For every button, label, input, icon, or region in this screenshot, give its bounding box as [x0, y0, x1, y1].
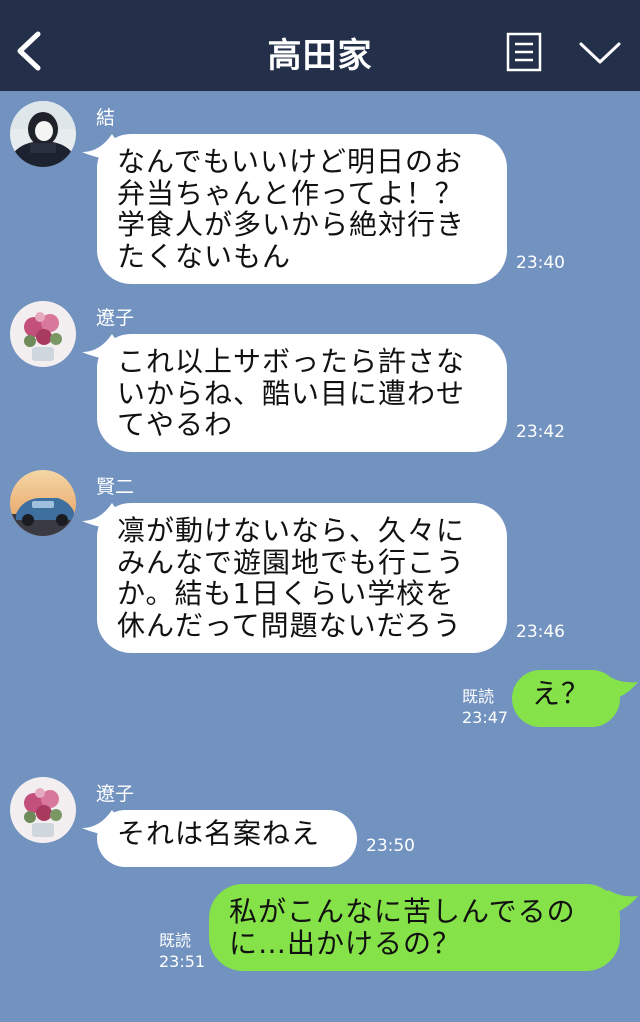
read-receipt: 既読 23:51: [159, 930, 205, 972]
message-line: か。結も1日くらい学校を: [117, 577, 455, 610]
message-time: 23:47: [462, 708, 509, 727]
sender-name: 遼子: [96, 783, 135, 805]
message-line: 弁当ちゃんと作ってよ！？: [117, 176, 464, 210]
avatar-ryoko[interactable]: [10, 301, 76, 367]
notes-menu-icon[interactable]: [506, 32, 542, 72]
avatar-ryoko[interactable]: [10, 777, 76, 843]
message-line: に…出かけるの？: [229, 926, 462, 960]
message-time: 23:51: [159, 952, 206, 971]
message-time: 23:40: [516, 253, 565, 273]
message-bubble[interactable]: それは名案ねえ: [97, 810, 357, 867]
avatar-yui[interactable]: [10, 101, 76, 167]
chat-header: 高田家: [0, 0, 640, 91]
message-line: 学食人が多いから絶対行き: [117, 208, 466, 241]
message-line: え？: [532, 677, 591, 710]
read-label: 既読: [159, 931, 192, 950]
message-line: これ以上サボったら許さな: [117, 345, 466, 378]
message-line: 休んだって問題ないだろう: [117, 608, 462, 642]
message-bubble[interactable]: 私がこんなに苦しんでるの に…出かけるの？: [209, 884, 620, 971]
message-line: 私がこんなに苦しんでるの: [229, 895, 576, 928]
avatar-kenji[interactable]: [10, 470, 76, 536]
message-line: てやるわ: [117, 408, 234, 441]
message-line: 凛が動けないなら、久々に: [117, 514, 466, 547]
read-label: 既読: [462, 687, 495, 706]
sender-name: 遼子: [96, 307, 135, 329]
message-time: 23:50: [366, 836, 415, 856]
message-bubble[interactable]: え？: [512, 670, 620, 727]
chat-title: 高田家: [267, 36, 373, 76]
read-receipt: 既読 23:47: [462, 686, 508, 728]
message-time: 23:46: [516, 622, 565, 642]
sender-name: 賢二: [96, 476, 135, 498]
sender-name: 結: [96, 107, 116, 129]
message-time: 23:42: [516, 422, 565, 442]
message-line: それは名案ねえ: [117, 817, 321, 850]
message-line: いからね、酷い目に遭わせ: [117, 376, 466, 410]
message-line: なんでもいいけど明日のお: [117, 145, 464, 178]
message-bubble[interactable]: 凛が動けないなら、久々に みんなで遊園地でも行こう か。結も1日くらい学校を 休…: [97, 503, 507, 653]
message-bubble[interactable]: なんでもいいけど明日のお 弁当ちゃんと作ってよ！？ 学食人が多いから絶対行き た…: [97, 134, 507, 284]
message-line: たくないもん: [117, 239, 292, 273]
message-line: みんなで遊園地でも行こう: [117, 545, 466, 579]
chevron-down-icon[interactable]: [578, 40, 622, 66]
message-bubble[interactable]: これ以上サボったら許さな いからね、酷い目に遭わせ てやるわ: [97, 334, 507, 452]
